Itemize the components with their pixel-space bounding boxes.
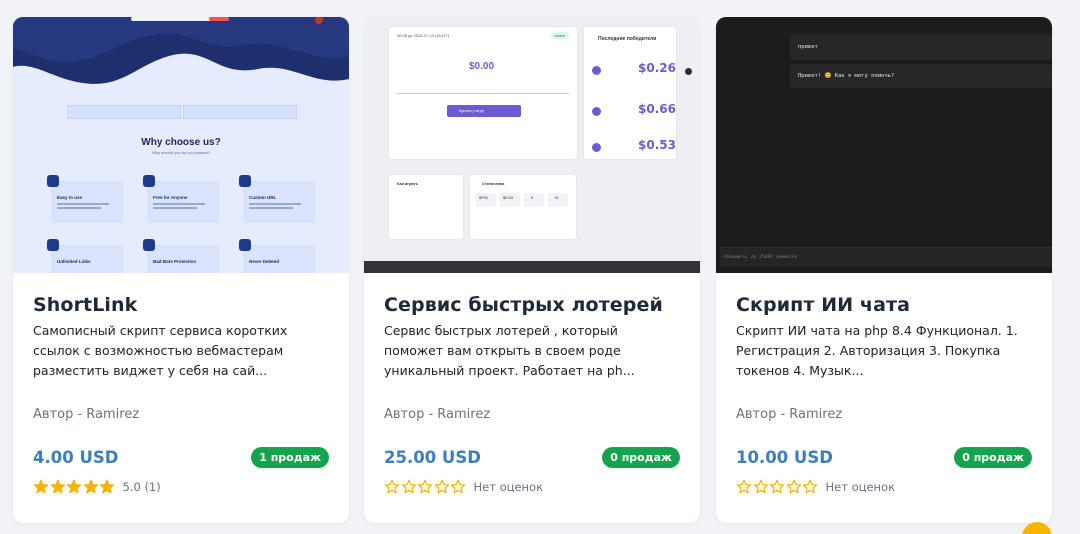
product-title[interactable]: Скрипт ИИ чата	[736, 294, 910, 316]
product-title[interactable]: ShortLink	[33, 294, 137, 316]
rating: Нет оценок	[384, 479, 543, 495]
winners-panel: Последние победители $0.26 $0.66 $0.53	[584, 27, 676, 159]
feature-card: Free for Anyone	[143, 175, 219, 223]
star-filled-icon	[50, 479, 65, 494]
star-filled-icon	[33, 479, 49, 494]
feature-card: Never Deleted	[239, 239, 315, 273]
feature-icon	[47, 175, 59, 187]
game-date: 06:08 pp 2025-07-13 (#1437)	[397, 33, 450, 38]
lottery-panel: 06:08 pp 2025-07-13 (#1437) active $0.00…	[389, 27, 577, 159]
star-empty-icon	[736, 479, 752, 494]
star-empty-icon	[434, 479, 449, 494]
star-empty-icon	[384, 479, 400, 494]
sales-badge: 1 продаж	[251, 447, 329, 468]
star-filled-icon	[66, 479, 82, 494]
stat-value: 5PIN	[479, 195, 488, 200]
feature-card: Easy to use	[47, 175, 123, 223]
rating: 5.0 (1)	[33, 479, 161, 495]
user-message: привет	[790, 34, 1052, 60]
product-description: Самописный скрипт сервиса коротких ссыло…	[33, 323, 288, 378]
feature-title: Free for Anyone	[153, 195, 188, 200]
why-heading: Why choose us?	[141, 137, 221, 148]
hero-wave-graphic	[13, 17, 349, 84]
winner-amount: $0.26	[638, 61, 676, 75]
feature-icon	[47, 239, 59, 251]
star-empty-icon	[786, 479, 801, 494]
feature-card: Custom URL	[239, 175, 315, 223]
feature-card: Bad Bots Protection	[143, 239, 219, 273]
rules-panel: Как играть	[389, 175, 463, 239]
stat-value: 0	[531, 195, 534, 200]
product-title[interactable]: Сервис быстрых лотерей	[384, 294, 663, 316]
product-author[interactable]: Автор - Ramirez	[33, 407, 139, 422]
feature-title: Unlimited Links	[57, 259, 91, 264]
star-empty-icon	[401, 479, 416, 494]
feature-icon	[143, 239, 155, 251]
rating-text: Нет оценок	[473, 480, 544, 494]
product-card-shortlink[interactable]: Why choose us? Why should you try our pr…	[13, 17, 349, 523]
winner-amount: $0.66	[638, 102, 676, 116]
bot-message: Привет! 😊 Как я могу помочь?	[790, 64, 1052, 88]
ad-banner-space	[183, 105, 297, 119]
rules-title: Как играть	[397, 181, 419, 186]
product-thumbnail[interactable]: Why choose us? Why should you try our pr…	[13, 17, 349, 273]
sales-badge: 0 продаж	[602, 447, 680, 468]
stat-value: 13	[554, 195, 559, 200]
product-thumbnail[interactable]: 06:08 pp 2025-07-13 (#1437) active $0.00…	[364, 17, 700, 273]
rating-stars	[736, 479, 819, 495]
winner-amount: $0.53	[638, 138, 676, 152]
feature-title: Easy to use	[57, 195, 83, 200]
stat-value: $0.53	[503, 195, 514, 200]
rating: Нет оценок	[736, 479, 895, 495]
status-badge: active	[550, 32, 569, 39]
floating-action-button[interactable]	[1022, 522, 1052, 534]
feature-icon	[239, 239, 251, 251]
stats-title: Статистика	[482, 181, 505, 186]
rating-stars	[384, 479, 467, 495]
feature-icon	[143, 175, 155, 187]
product-author[interactable]: Автор - Ramirez	[736, 407, 842, 422]
bottom-bar	[364, 261, 700, 273]
ad-banner-space	[67, 105, 181, 119]
feature-title: Custom URL	[249, 195, 277, 200]
why-subheading: Why should you try our product?	[152, 150, 210, 155]
theme-toggle-icon	[683, 66, 694, 77]
feature-icon	[239, 175, 251, 187]
star-empty-icon	[417, 479, 433, 494]
sales-badge: 0 продаж	[954, 447, 1032, 468]
product-card-ai-chat[interactable]: привет Привет! 😊 Как я могу помочь? Напи…	[716, 17, 1052, 523]
product-price: 4.00 USD	[33, 448, 119, 467]
buy-button-label: Купить у игру	[459, 108, 484, 113]
star-empty-icon	[769, 479, 785, 494]
stats-panel: Статистика 5PIN $0.53 0 13	[470, 175, 576, 239]
product-description: Сервис быстрых лотерей , который поможет…	[384, 323, 635, 378]
feature-title: Bad Bots Protection	[153, 259, 197, 264]
rating-text: 5.0 (1)	[122, 480, 161, 494]
feature-card: Unlimited Links	[47, 239, 123, 273]
winners-title: Последние победители	[598, 36, 657, 42]
product-price: 25.00 USD	[384, 448, 481, 467]
star-empty-icon	[450, 479, 466, 494]
star-filled-icon	[99, 479, 115, 494]
buy-button: Купить у игру	[447, 105, 521, 117]
product-price: 10.00 USD	[736, 448, 833, 467]
chat-input: Напишите… до 25000 символов	[720, 247, 1052, 267]
star-empty-icon	[802, 479, 818, 494]
rating-stars	[33, 479, 116, 495]
star-filled-icon	[83, 479, 98, 494]
product-card-lottery[interactable]: 06:08 pp 2025-07-13 (#1437) active $0.00…	[364, 17, 700, 523]
product-thumbnail[interactable]: привет Привет! 😊 Как я могу помочь? Напи…	[716, 17, 1052, 273]
feature-title: Never Deleted	[249, 259, 280, 264]
rating-text: Нет оценок	[825, 480, 896, 494]
product-author[interactable]: Автор - Ramirez	[384, 407, 490, 422]
pool-amount: $0.00	[469, 61, 495, 72]
star-empty-icon	[753, 479, 768, 494]
product-description: Скрипт ИИ чата на php 8.4 Функционал. 1.…	[736, 323, 1018, 378]
